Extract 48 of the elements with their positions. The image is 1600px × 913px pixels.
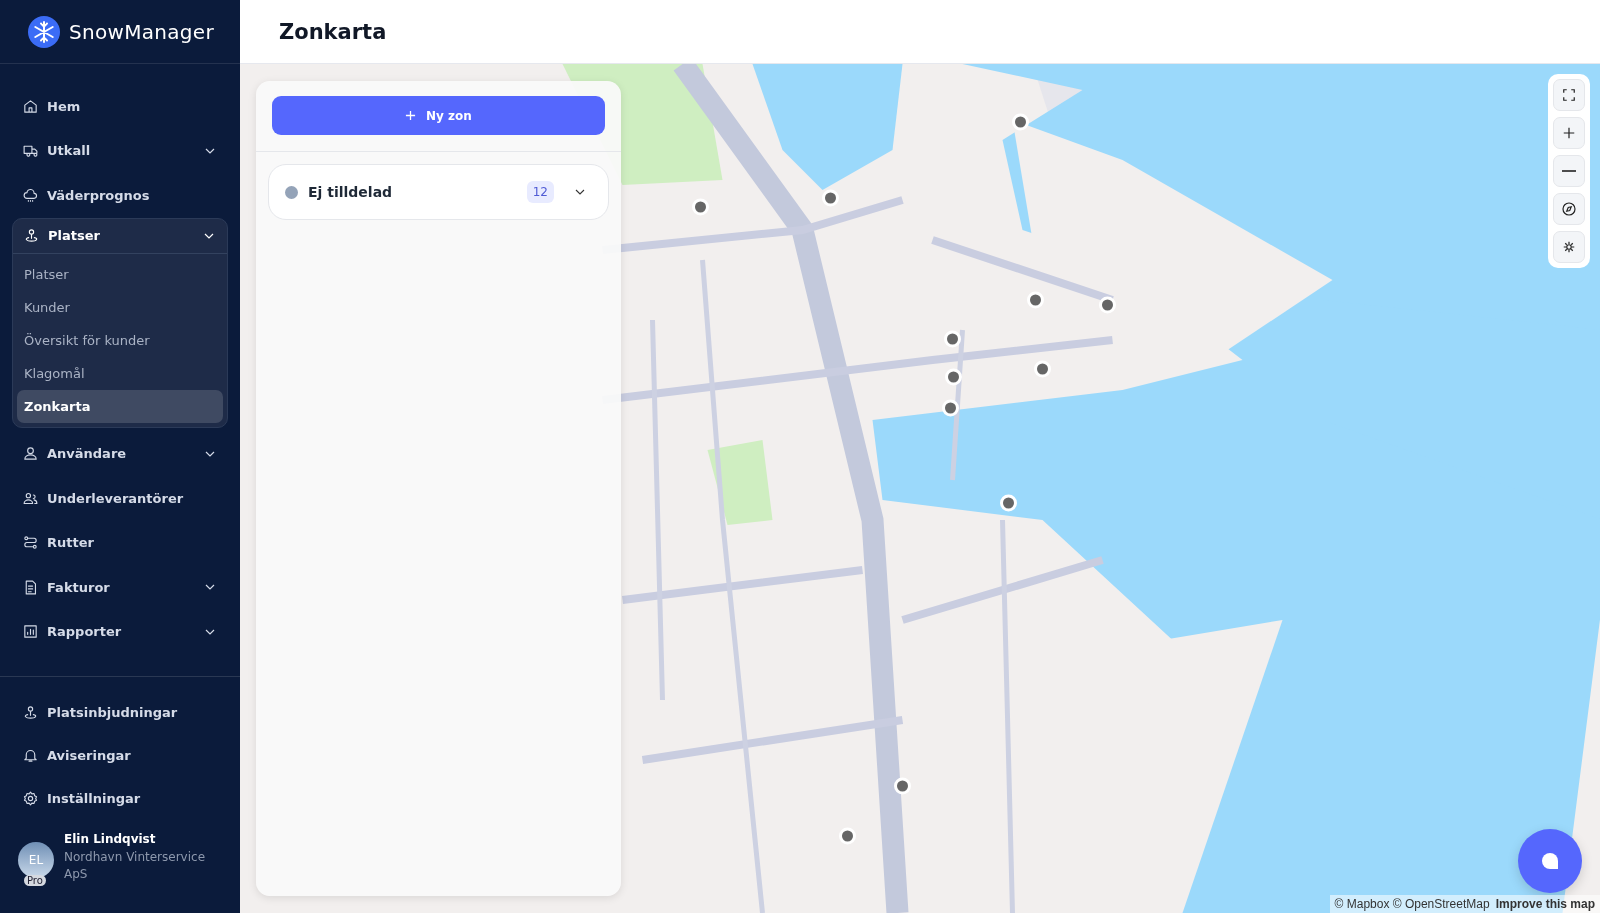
nav-item[interactable]: Fakturor — [12, 565, 228, 610]
nav-item[interactable]: Väderprognos — [12, 173, 228, 218]
new-zone-button[interactable]: Ny zon — [272, 96, 605, 135]
nav-item[interactable]: Platser — [13, 218, 227, 254]
avatar-initials: EL — [28, 853, 44, 867]
nav-item[interactable]: Platsinbjudningar — [12, 691, 228, 734]
submenu-item[interactable]: Översikt för kunder — [17, 323, 223, 357]
compass-icon — [1560, 200, 1578, 218]
company-name: Nordhavn Vinterservice ApS — [64, 849, 207, 884]
improve-map-link[interactable]: Improve this map — [1495, 897, 1595, 911]
nav-item[interactable]: Hem — [12, 84, 228, 129]
brand-name: SnowManager — [69, 19, 214, 44]
snowflake-logo-icon — [28, 15, 60, 48]
sun-button[interactable] — [1553, 231, 1585, 263]
zone-row[interactable]: Ej tilldelad 12 — [268, 164, 609, 220]
minus-icon — [1560, 170, 1578, 172]
nav-icon — [22, 534, 39, 552]
nav-icon — [22, 623, 39, 641]
compass-button[interactable] — [1553, 193, 1585, 225]
nav-icon — [22, 97, 39, 115]
nav-icon — [23, 227, 40, 244]
fullscreen-icon — [1560, 86, 1578, 104]
submenu-item[interactable]: Kunder — [17, 290, 223, 324]
fullscreen-button[interactable] — [1553, 79, 1585, 111]
nav-icon — [22, 186, 39, 204]
plus-icon — [405, 110, 417, 121]
zone-count: 12 — [526, 181, 554, 203]
nav-item[interactable]: Rutter — [12, 520, 228, 565]
zoom-out-button[interactable] — [1553, 155, 1585, 187]
submenu-item[interactable]: Klagomål — [17, 356, 223, 390]
nav-item[interactable]: Utkall — [12, 128, 228, 173]
nav-item[interactable]: Underleverantörer — [12, 476, 228, 521]
nav-icon — [22, 445, 39, 463]
plan-badge: Pro — [24, 875, 46, 886]
zoom-in-button[interactable] — [1553, 117, 1585, 149]
page-title: Zonkarta — [279, 19, 387, 44]
nav-item[interactable]: Rapporter — [12, 609, 228, 654]
nav-icon — [22, 704, 39, 721]
user-name: Elin Lindqvist — [64, 832, 157, 846]
zone-name: Ej tilldelad — [308, 184, 394, 200]
nav-icon — [22, 747, 39, 764]
nav-item[interactable]: Aviseringar — [12, 734, 228, 777]
nav-item[interactable]: Inställningar — [12, 777, 228, 820]
nav-item[interactable]: Användare — [12, 431, 228, 476]
nav-icon — [22, 790, 39, 807]
submenu-item[interactable]: Platser — [17, 257, 223, 291]
submenu-item[interactable]: Zonkarta — [17, 389, 223, 423]
map-credits: © Mapbox © OpenStreetMap — [1334, 897, 1490, 911]
